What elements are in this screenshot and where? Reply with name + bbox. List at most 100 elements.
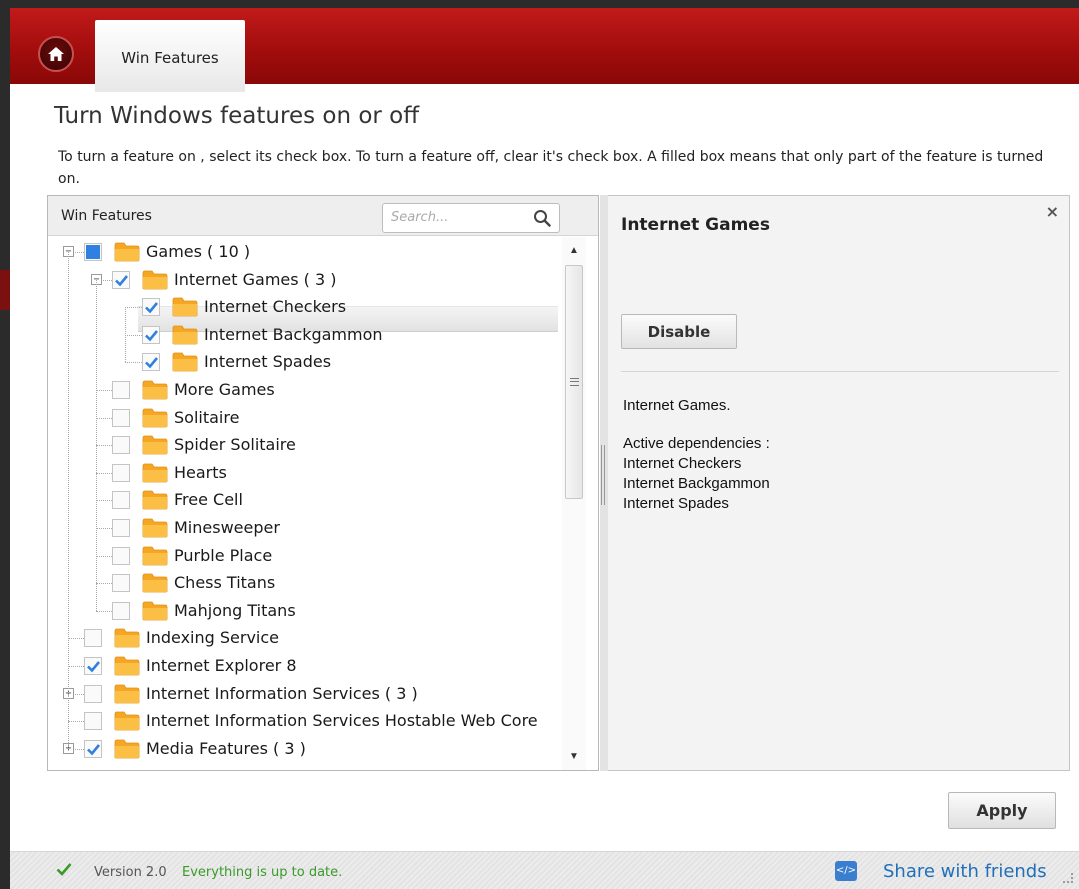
folder-icon <box>114 711 140 731</box>
tree-item[interactable]: Purble Place <box>48 543 558 569</box>
feature-checkbox[interactable] <box>112 601 130 620</box>
scroll-up-arrow-icon[interactable]: ▲ <box>567 245 581 257</box>
tree-item[interactable]: Internet Explorer 8 <box>48 653 558 679</box>
feature-checkbox[interactable] <box>142 325 160 344</box>
close-icon[interactable]: × <box>1046 202 1059 221</box>
folder-icon <box>142 380 168 400</box>
folder-icon <box>172 352 198 372</box>
dependency-item: Internet Checkers <box>623 455 742 472</box>
feature-checkbox[interactable] <box>112 463 130 482</box>
tree-item-label: Solitaire <box>174 407 240 427</box>
tree-panel-title: Win Features <box>61 208 152 224</box>
folder-icon <box>114 656 140 676</box>
page-title: Turn Windows features on or off <box>54 103 420 129</box>
tree-item[interactable]: Hearts <box>48 460 558 486</box>
folder-icon <box>142 463 168 483</box>
tree-item[interactable]: Spider Solitaire <box>48 432 558 458</box>
feature-checkbox[interactable] <box>84 739 102 758</box>
home-icon <box>48 47 64 61</box>
top-bar: Win Features <box>10 0 1079 92</box>
folder-icon <box>142 270 168 290</box>
feature-checkbox[interactable] <box>112 491 130 510</box>
feature-checkbox[interactable] <box>84 657 102 675</box>
feature-checkbox[interactable] <box>112 408 130 427</box>
folder-icon <box>114 684 140 704</box>
tree-item[interactable]: Solitaire <box>48 405 558 431</box>
tree-item[interactable]: More Games <box>48 377 558 403</box>
outer-frame-strip <box>0 0 10 889</box>
tree-item-label: Purble Place <box>174 545 273 565</box>
tree-guide-line <box>125 307 126 363</box>
search-box[interactable] <box>382 203 560 233</box>
tree-item[interactable]: Minesweeper <box>48 515 558 541</box>
tree-scrollbar[interactable]: ▲ ▼ <box>562 237 586 770</box>
folder-icon <box>142 408 168 428</box>
status-bar: Version 2.0 Everything is up to date. </… <box>10 851 1079 889</box>
app-window: Win Features Turn Windows features on or… <box>10 0 1079 889</box>
dependency-item: Internet Backgammon <box>623 475 770 492</box>
tree-item-label: Minesweeper <box>174 518 280 537</box>
page-description: To turn a feature on , select its check … <box>58 149 1044 187</box>
folder-icon <box>172 297 198 317</box>
scroll-thumb[interactable] <box>565 265 583 499</box>
folder-icon <box>114 739 140 759</box>
tree-item[interactable]: + Media Features ( 3 ) <box>48 736 558 762</box>
tree-item-label: Free Cell <box>174 490 243 510</box>
tree-item[interactable]: Internet Information Services Hostable W… <box>48 708 558 734</box>
search-icon[interactable] <box>533 209 551 227</box>
details-panel: Internet Games × Disable Internet Games.… <box>608 195 1070 771</box>
folder-icon <box>114 242 140 262</box>
tree-item[interactable]: − Internet Games ( 3 ) <box>48 267 558 293</box>
details-title: Internet Games <box>621 215 770 235</box>
tree-item[interactable]: − Games ( 10 ) <box>48 239 558 265</box>
tree-item-label: Internet Backgammon <box>204 324 383 344</box>
feature-checkbox[interactable] <box>84 684 102 703</box>
feature-checkbox[interactable] <box>112 381 130 399</box>
resize-grip-icon[interactable] <box>1063 873 1073 883</box>
folder-icon <box>142 518 168 538</box>
panel-splitter[interactable] <box>600 195 608 771</box>
tree-item[interactable]: Chess Titans <box>48 570 558 596</box>
tree-panel-header: Win Features <box>48 196 598 236</box>
feature-checkbox[interactable] <box>112 574 130 593</box>
tree-item[interactable]: Free Cell <box>48 487 558 513</box>
feature-checkbox[interactable] <box>112 436 130 455</box>
feature-checkbox[interactable] <box>84 243 102 261</box>
folder-icon <box>114 628 140 648</box>
tree-item-label: Internet Checkers <box>204 297 347 317</box>
checkmark-icon <box>56 863 72 876</box>
home-button[interactable] <box>38 36 74 72</box>
disable-button[interactable]: Disable <box>621 314 737 349</box>
tree-item-label: Internet Information Services Hostable W… <box>146 711 538 731</box>
tree-item[interactable]: Mahjong Titans <box>48 598 558 624</box>
folder-icon <box>172 325 198 345</box>
dependencies-label: Active dependencies : <box>623 435 770 452</box>
features-tree-panel: Win Features −Games ( 10 )−Internet Game… <box>47 195 599 771</box>
dependency-item: Internet Spades <box>623 495 729 512</box>
tree-item-label: Hearts <box>174 462 227 482</box>
tree-item-label: Internet Spades <box>204 352 332 372</box>
feature-checkbox[interactable] <box>84 712 102 731</box>
share-icon[interactable]: </> <box>835 861 857 881</box>
apply-button[interactable]: Apply <box>948 792 1056 829</box>
feature-checkbox[interactable] <box>84 629 102 648</box>
tab-win-features[interactable]: Win Features <box>95 20 245 92</box>
folder-icon <box>142 435 168 455</box>
share-with-friends-link[interactable]: Share with friends <box>883 861 1047 882</box>
feature-checkbox[interactable] <box>112 270 130 289</box>
feature-checkbox[interactable] <box>142 353 160 372</box>
tree-item-label: Spider Solitaire <box>174 435 296 455</box>
search-input[interactable] <box>391 210 521 225</box>
feature-checkbox[interactable] <box>112 519 130 537</box>
scroll-down-arrow-icon[interactable]: ▼ <box>567 751 581 763</box>
feature-checkbox[interactable] <box>112 546 130 565</box>
tree-item[interactable]: + Internet Information Services ( 3 ) <box>48 681 558 707</box>
tree-item-label: Mahjong Titans <box>174 600 296 620</box>
tree-item-label: Games ( 10 ) <box>146 242 251 261</box>
tree-item[interactable]: Indexing Service <box>48 625 558 651</box>
feature-checkbox[interactable] <box>142 298 160 317</box>
folder-icon <box>142 601 168 621</box>
details-description: Internet Games. <box>623 397 731 414</box>
tree-guide-line <box>68 252 69 749</box>
tree-item-label: Indexing Service <box>146 628 280 648</box>
